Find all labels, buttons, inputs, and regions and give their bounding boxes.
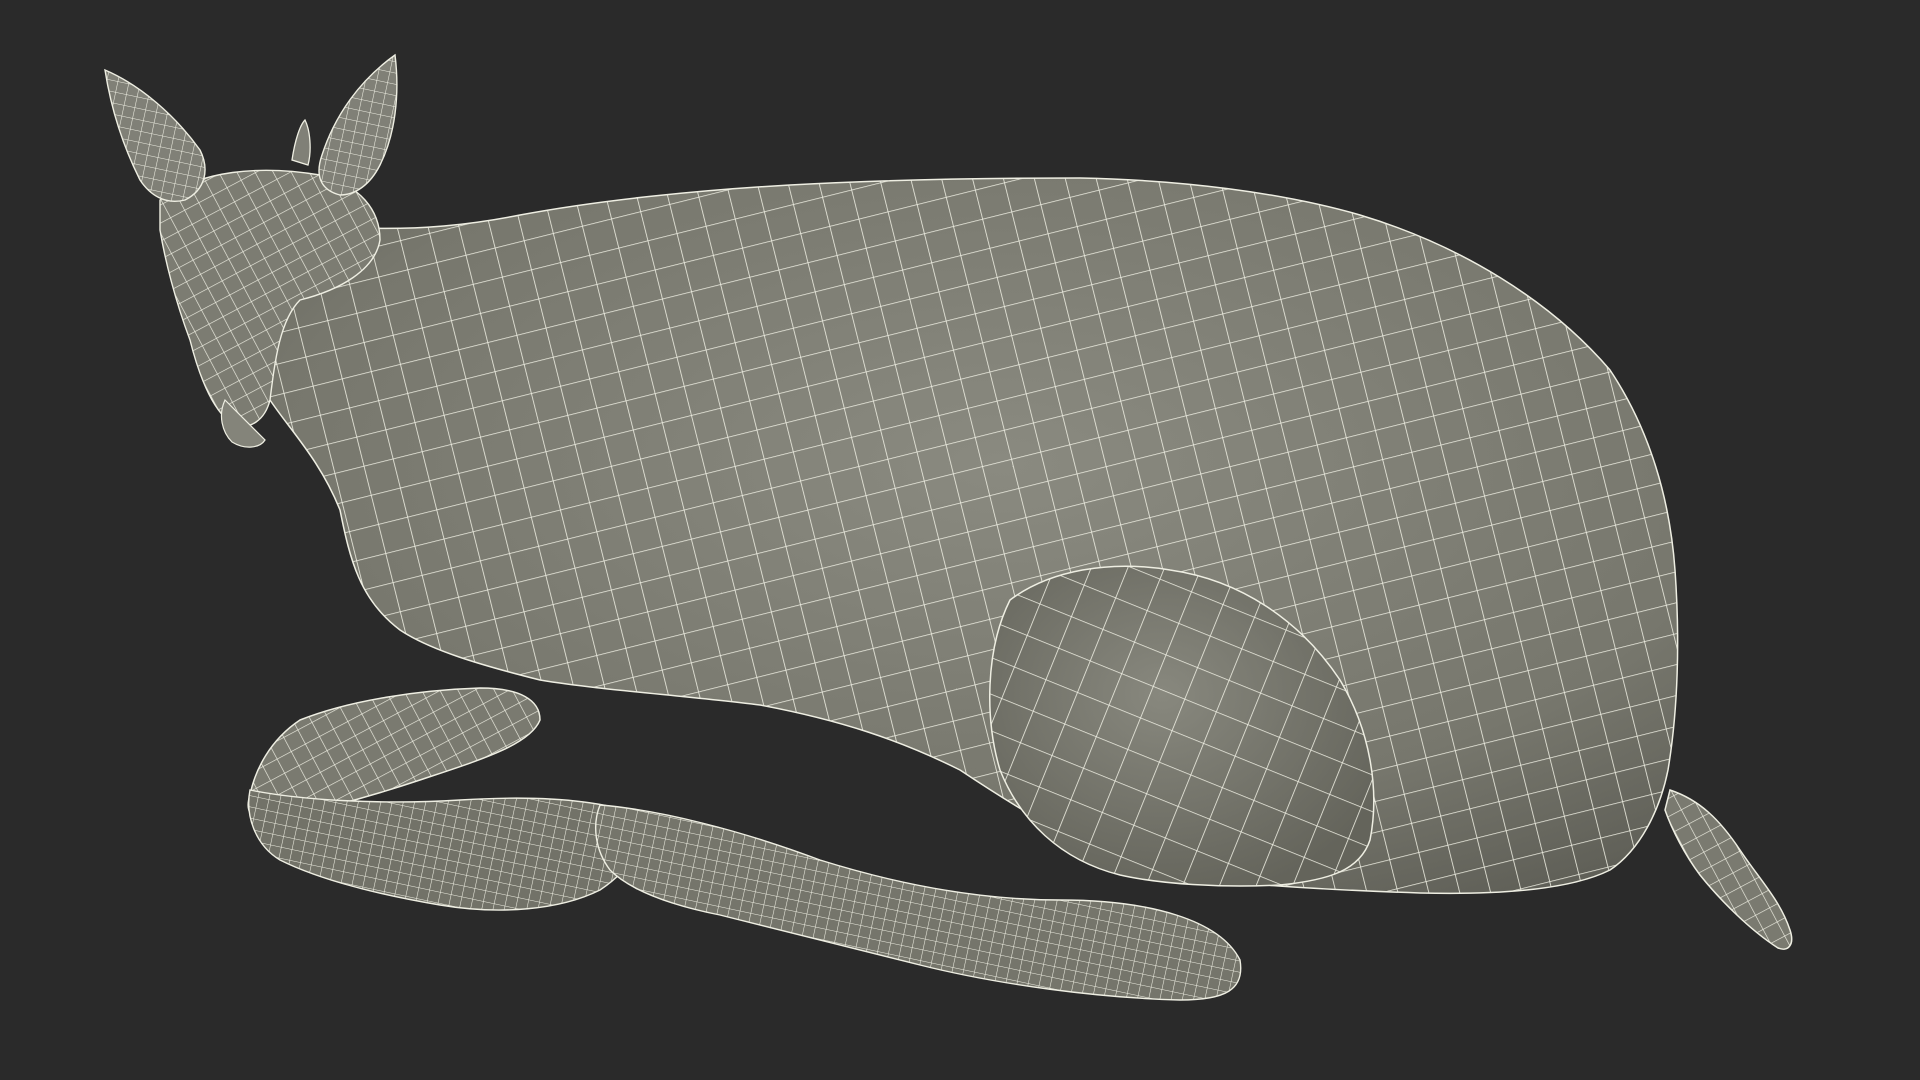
deer-wireframe-render	[0, 0, 1920, 1080]
render-viewport	[0, 0, 1920, 1080]
